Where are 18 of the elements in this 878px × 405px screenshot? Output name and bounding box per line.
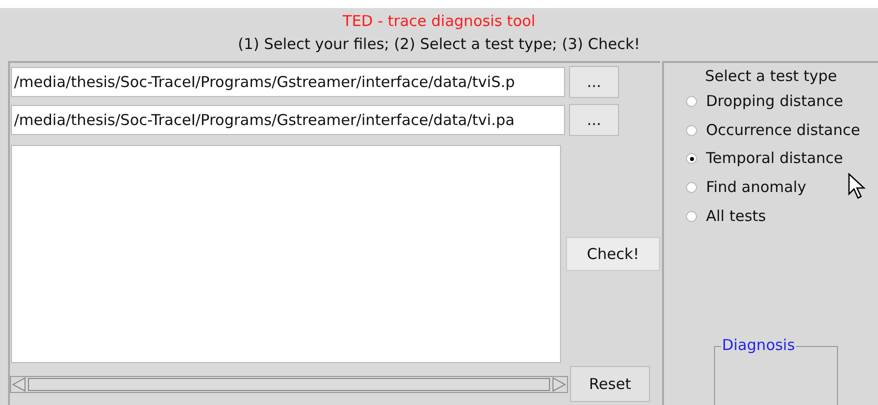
scroll-left-icon[interactable]	[11, 377, 27, 392]
test-type-radio[interactable]: All tests	[686, 202, 878, 230]
check-button[interactable]: Check!	[566, 237, 660, 271]
file-path-field[interactable]: /media/thesis/Soc-TraceI/Programs/Gstreamer/interface/data/tviS.p	[11, 67, 565, 97]
test-type-heading: Select a test type	[704, 66, 838, 86]
test-type-radio[interactable]: Temporal distance	[686, 144, 878, 174]
test-type-radio[interactable]: Occurrence distance	[686, 116, 878, 144]
test-type-radio[interactable]: Find anomaly	[686, 173, 878, 202]
file-path-field[interactable]: /media/thesis/Soc-TraceI/Programs/Gstreamer/interface/data/tvi.pa	[11, 105, 565, 135]
scroll-right-icon[interactable]	[551, 377, 567, 392]
reset-button[interactable]: Reset	[570, 366, 650, 402]
browse-button[interactable]: ...	[569, 66, 619, 98]
app-title: TED - trace diagnosis tool	[342, 11, 536, 31]
horizontal-scrollbar[interactable]	[10, 376, 568, 393]
instructions-text: (1) Select your files; (2) Select a test type; (3) Check!	[238, 34, 640, 54]
cursor-icon	[848, 173, 866, 199]
browse-button[interactable]: ...	[569, 104, 619, 136]
test-type-radio[interactable]: Dropping distance	[686, 87, 878, 116]
